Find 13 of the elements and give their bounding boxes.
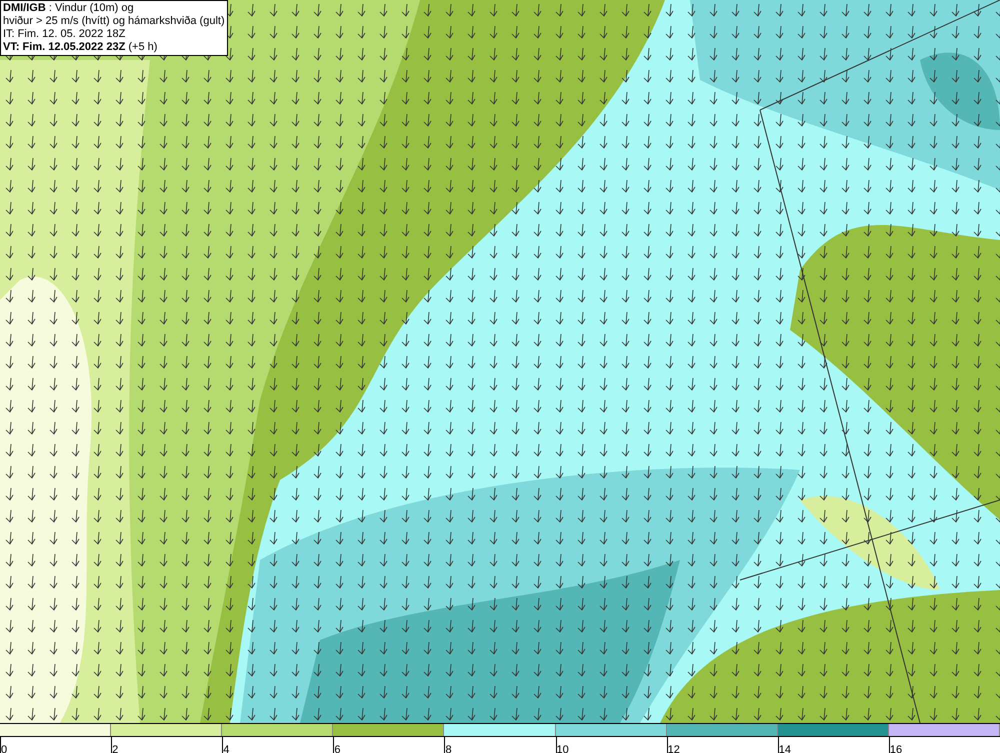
scale-label: 14 xyxy=(778,744,792,753)
info-text: DMI/IGB : Vindur (10m) og xyxy=(3,2,135,15)
scale-label: 0 xyxy=(1,744,8,753)
scale-label: 2 xyxy=(112,744,118,753)
scale-label: 12 xyxy=(668,744,680,753)
scale-label: 6 xyxy=(334,744,340,753)
info-text: VT: Fim. 12.05.2022 23Z (+5 h) xyxy=(3,41,158,54)
scale-label: 8 xyxy=(445,744,452,753)
info-text: hviður > 25 m/s (hvítt) og hámarkshviða (gult) xyxy=(3,15,225,28)
scale-label: 10 xyxy=(556,744,569,753)
info-text: IT: Fim. 12. 05. 2022 18Z xyxy=(3,28,126,41)
scale-label: 4 xyxy=(223,744,230,753)
scale-label: 16 xyxy=(890,744,902,753)
